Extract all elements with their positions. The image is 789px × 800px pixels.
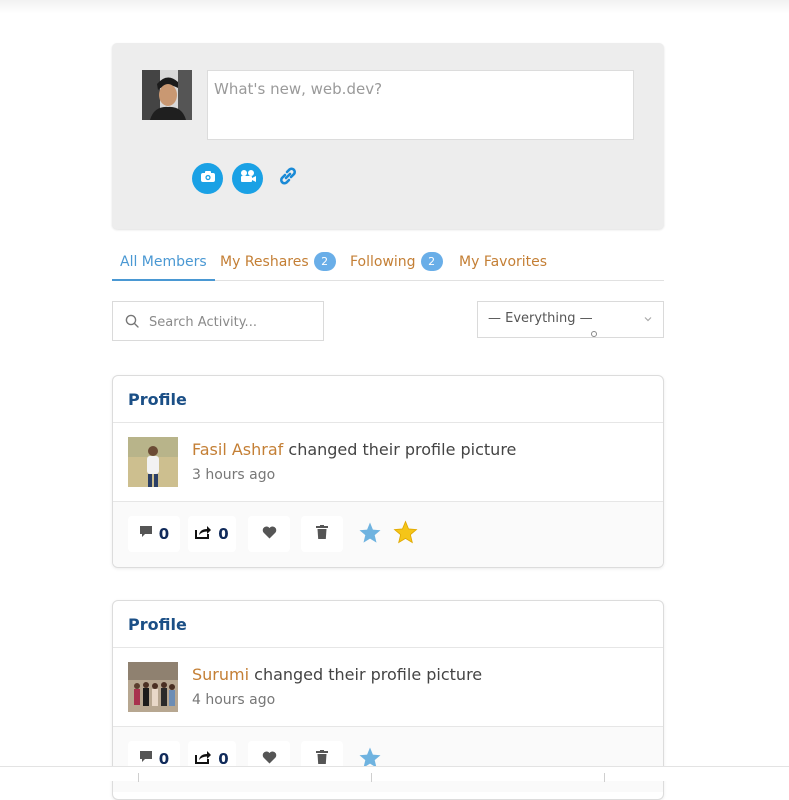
chevron-down-icon	[643, 313, 653, 328]
comment-button[interactable]: 0	[128, 516, 180, 552]
video-button[interactable]	[232, 163, 263, 194]
tab-my-favorites[interactable]: My Favorites	[459, 250, 547, 281]
activity-tabs: All Members My Reshares 2 Following 2 My F…	[112, 250, 664, 281]
current-user-avatar[interactable]	[142, 70, 192, 120]
tab-label: Following	[350, 254, 416, 270]
link-button[interactable]	[272, 163, 303, 194]
user-name-link[interactable]: Surumi	[192, 665, 249, 684]
activity-content: Surumi changed their profile picture 4 h…	[113, 648, 663, 727]
trash-icon	[316, 525, 328, 543]
bottom-toolbar	[0, 766, 789, 782]
comment-count: 0	[158, 525, 170, 543]
activity-type-title: Profile	[113, 601, 663, 648]
user-avatar[interactable]	[128, 662, 178, 712]
activity-type-title: Profile	[113, 376, 663, 423]
tab-label: My Reshares	[220, 254, 309, 270]
comment-icon	[139, 525, 153, 543]
search-input[interactable]	[147, 310, 317, 334]
star-outline-icon[interactable]	[358, 521, 382, 550]
top-shade	[0, 0, 789, 14]
activity-filter-select[interactable]: — Everything —	[477, 301, 664, 338]
activity-time[interactable]: 3 hours ago	[192, 467, 275, 483]
loading-indicator	[591, 331, 597, 337]
tab-all-members[interactable]: All Members	[112, 250, 215, 281]
tab-label: All Members	[120, 254, 207, 270]
count-badge: 2	[313, 252, 336, 271]
share-icon	[195, 525, 212, 543]
heart-icon	[262, 525, 277, 543]
like-button[interactable]	[248, 516, 290, 552]
delete-button[interactable]	[301, 516, 343, 552]
reshare-count: 0	[218, 525, 229, 543]
filter-selected-value: — Everything —	[488, 311, 593, 326]
activity-actions: 0 0	[113, 727, 663, 792]
tab-label: My Favorites	[459, 254, 548, 270]
tab-my-reshares[interactable]: My Reshares 2	[220, 250, 336, 281]
reshare-button[interactable]: 0	[188, 516, 236, 552]
link-icon	[276, 164, 300, 193]
whats-new-input[interactable]: What's new, web.dev?	[207, 70, 634, 140]
star-favorite-icon[interactable]	[393, 520, 418, 550]
activity-action: changed their profile picture	[288, 440, 517, 459]
video-icon	[239, 169, 257, 188]
search-icon	[125, 314, 139, 333]
camera-icon	[200, 170, 216, 188]
activity-text: Fasil Ashraf changed their profile pictu…	[192, 440, 516, 459]
camera-button[interactable]	[192, 163, 223, 194]
search-box	[112, 301, 324, 341]
activity-actions: 0 0	[113, 502, 663, 567]
user-name-link[interactable]: Fasil Ashraf	[192, 440, 283, 459]
count-badge: 2	[420, 252, 443, 271]
tab-following[interactable]: Following 2	[350, 250, 443, 281]
user-avatar[interactable]	[128, 437, 178, 487]
activity-time[interactable]: 4 hours ago	[192, 692, 275, 708]
activity-content: Fasil Ashraf changed their profile pictu…	[113, 423, 663, 502]
activity-card: Profile Fasil Ashraf changed their profi…	[112, 375, 664, 568]
activity-text: Surumi changed their profile picture	[192, 665, 482, 684]
activity-action: changed their profile picture	[254, 665, 483, 684]
post-composer: What's new, web.dev?	[112, 43, 664, 229]
